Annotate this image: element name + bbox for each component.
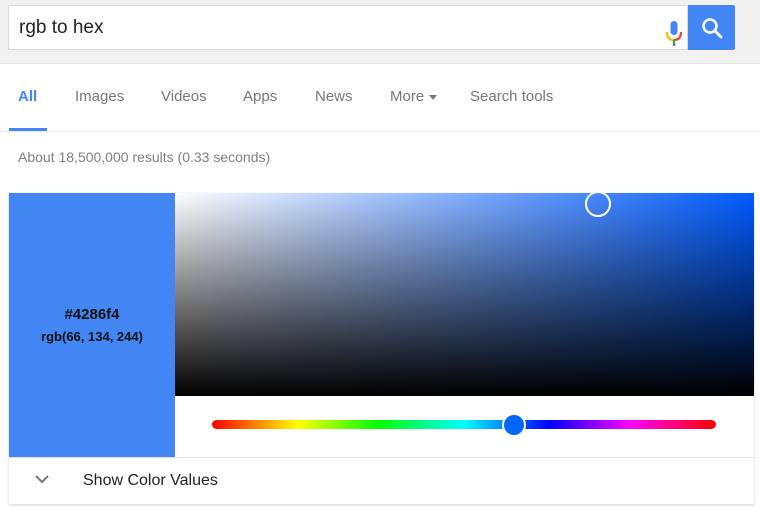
search-box[interactable]	[8, 5, 688, 50]
tab-images[interactable]: Images	[75, 88, 124, 105]
color-swatch: #4286f4 rgb(66, 134, 244)	[9, 193, 175, 457]
search-header	[0, 0, 760, 64]
tab-all[interactable]: All	[18, 88, 37, 105]
search-button[interactable]	[688, 5, 735, 50]
hex-value: #4286f4	[64, 306, 120, 323]
tab-search-tools[interactable]: Search tools	[470, 88, 553, 105]
hue-slider-handle[interactable]	[502, 413, 527, 437]
tab-more-label: More	[390, 88, 425, 105]
active-tab-indicator	[9, 128, 47, 131]
rgb-value: rgb(66, 134, 244)	[41, 329, 143, 344]
chevron-down-icon	[35, 475, 49, 484]
search-tabs: All Images Videos Apps News More Search …	[0, 64, 760, 132]
tab-apps[interactable]: Apps	[243, 88, 277, 105]
caret-down-icon	[429, 94, 438, 100]
hue-slider-area	[175, 396, 754, 457]
saturation-value-handle[interactable]	[585, 191, 611, 217]
tab-videos[interactable]: Videos	[161, 88, 207, 105]
tab-news[interactable]: News	[315, 88, 353, 105]
hue-slider-track[interactable]	[212, 420, 716, 429]
magnifier-icon	[701, 17, 722, 38]
color-picker-card: #4286f4 rgb(66, 134, 244) Show Color Val…	[9, 191, 754, 504]
microphone-icon[interactable]	[664, 20, 684, 48]
result-stats: About 18,500,000 results (0.33 seconds)	[18, 149, 271, 165]
show-color-values-button[interactable]: Show Color Values	[9, 458, 754, 504]
search-input[interactable]	[19, 6, 619, 49]
saturation-value-panel[interactable]	[175, 191, 754, 396]
show-color-values-label: Show Color Values	[83, 472, 218, 489]
tab-more[interactable]: More	[390, 88, 438, 105]
